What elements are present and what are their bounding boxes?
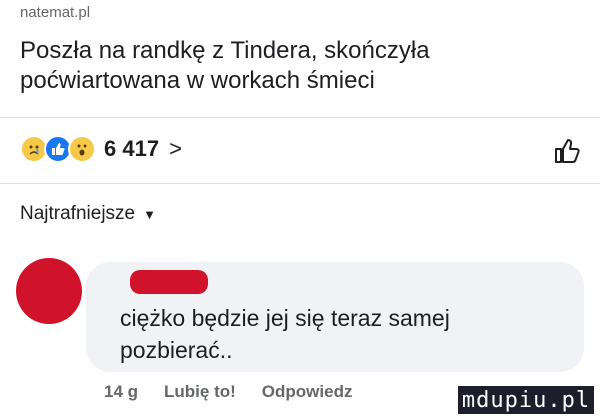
chevron-right-icon[interactable]: > xyxy=(169,136,182,162)
reaction-count: 6 417 xyxy=(104,136,160,161)
wow-icon xyxy=(68,135,96,163)
thumbs-up-icon xyxy=(555,139,580,163)
comment-time: 14 g xyxy=(104,382,139,401)
like-button[interactable] xyxy=(552,136,582,166)
comment-actions: 14 g Lubię to! Odpowiedz xyxy=(104,382,352,402)
comment-text: ciężko będzie jej się teraz samej pozbie… xyxy=(120,305,450,363)
commenter-name-redacted xyxy=(130,270,208,294)
divider xyxy=(0,117,600,118)
avatar[interactable] xyxy=(16,258,82,324)
comment-sort-dropdown[interactable]: Najtrafniejsze ▼ xyxy=(20,203,156,225)
chevron-down-icon: ▼ xyxy=(143,206,156,222)
sort-label: Najtrafniejsze xyxy=(20,203,136,224)
watermark-logo: mdupiu.pl xyxy=(458,386,594,414)
post-headline[interactable]: Poszła na randkę z Tindera, skończyła po… xyxy=(20,36,490,96)
reaction-summary[interactable]: 6 417 > xyxy=(20,134,182,164)
post-source[interactable]: natemat.pl xyxy=(20,4,90,21)
comment-like-link[interactable]: Lubię to! xyxy=(164,382,236,402)
divider xyxy=(0,183,600,184)
comment-reply-link[interactable]: Odpowiedz xyxy=(262,382,353,402)
